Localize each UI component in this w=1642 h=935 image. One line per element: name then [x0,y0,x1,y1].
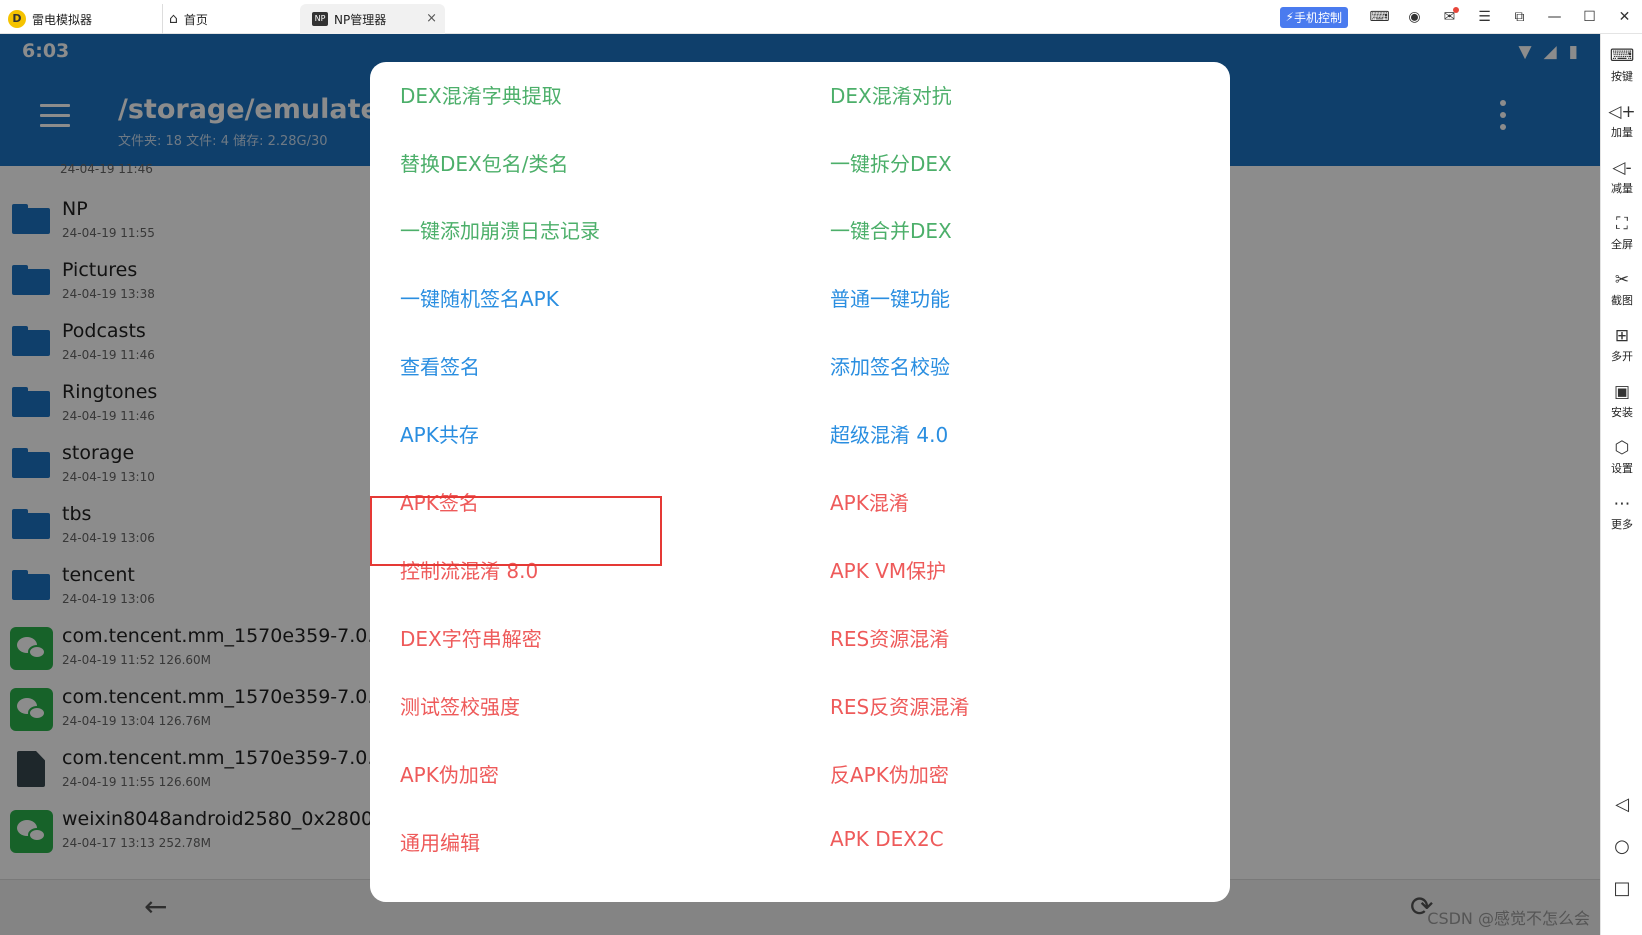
tab-np-manager[interactable]: NP NP管理器 × [300,4,445,34]
scissors-icon: ✂ [1614,270,1630,290]
option-test-signature-strength[interactable]: 测试签校强度 [400,691,520,720]
notification-dot [1453,7,1459,13]
install-apk-button[interactable]: ▣ 安装 [1601,382,1642,420]
option-apk-coexist[interactable]: APK共存 [400,419,479,448]
toolbar-label: 加量 [1611,126,1633,139]
volume-down-icon: ◁- [1612,158,1632,178]
android-back-icon[interactable]: ◁ [1601,794,1642,815]
toolbar-label: 全屏 [1611,238,1633,251]
option-apk-vm-protect[interactable]: APK VM保护 [830,555,946,584]
volume-down-button[interactable]: ◁- 减量 [1601,158,1642,196]
function-menu-dialog: DEX混淆字典提取 DEX混淆对抗 替换DEX包名/类名 一键拆分DEX 一键添… [370,62,1230,902]
gamepad-icon[interactable]: ⌨ [1362,9,1397,25]
option-random-sign-apk[interactable]: 一键随机签名APK [400,283,559,312]
keyboard-icon: ⌨ [1609,46,1635,66]
tab-ldplayer[interactable]: D 雷电模拟器 [8,4,158,34]
phone-control-label: 手机控制 [1293,10,1342,25]
toolbar-label: 截图 [1611,294,1633,307]
option-add-crash-log[interactable]: 一键添加崩溃日志记录 [400,215,600,244]
more-button[interactable]: ⋯ 更多 [1601,494,1642,532]
emulator-side-toolbar: ⌨ 按键 ◁+ 加量 ◁- 减量 ⛶ 全屏 ✂ 截图 ⊞ 多开 ▣ 安装 ⬡ 设… [1600,34,1642,935]
volume-up-button[interactable]: ◁+ 加量 [1601,102,1642,140]
option-merge-dex[interactable]: 一键合并DEX [830,215,952,244]
tab-home[interactable]: ⌂ 首页 [162,4,297,34]
option-general-edit[interactable]: 通用编辑 [400,827,480,856]
option-apk-dex2c[interactable]: APK DEX2C [830,827,944,851]
hamburger-icon[interactable]: ☰ [1467,9,1502,25]
fullscreen-icon: ⛶ [1616,214,1628,234]
phone-control-button[interactable]: ⚡ 手机控制 [1279,6,1348,28]
close-icon[interactable]: ✕ [1607,9,1642,25]
watermark: CSDN @感觉不怎么会 [1427,909,1590,928]
volume-up-icon: ◁+ [1608,102,1636,122]
option-anti-pseudo-encrypt[interactable]: 反APK伪加密 [830,759,949,788]
tab-close-icon[interactable]: × [426,11,437,26]
option-normal-one-click[interactable]: 普通一键功能 [830,283,950,312]
minimize-icon[interactable]: — [1537,9,1572,25]
toolbar-label: 安装 [1611,406,1633,419]
user-icon[interactable]: ◉ [1397,9,1432,25]
option-replace-dex-package[interactable]: 替换DEX包名/类名 [400,148,568,177]
android-home-icon[interactable]: ○ [1601,836,1642,857]
toolbar-label: 减量 [1611,182,1633,195]
option-dex-string-decrypt[interactable]: DEX字符串解密 [400,623,542,652]
toolbar-label: 设置 [1611,462,1633,475]
tab-label: 雷电模拟器 [32,12,93,27]
option-dex-dictionary-extract[interactable]: DEX混淆字典提取 [400,80,562,109]
np-app-icon: NP [312,12,328,26]
ldplayer-logo-icon: D [8,10,26,28]
home-icon: ⌂ [169,11,178,27]
restore-icon[interactable]: ⧉ [1502,9,1537,25]
keymap-button[interactable]: ⌨ 按键 [1601,46,1642,84]
option-res-obfuscation[interactable]: RES资源混淆 [830,623,949,652]
tab-label: 首页 [183,12,208,27]
settings-icon: ⬡ [1614,438,1630,458]
maximize-icon[interactable]: ☐ [1572,9,1607,25]
fullscreen-button[interactable]: ⛶ 全屏 [1601,214,1642,252]
toolbar-label: 多开 [1611,350,1633,363]
mail-icon[interactable]: ✉ [1432,7,1467,25]
multi-instance-button[interactable]: ⊞ 多开 [1601,326,1642,364]
option-apk-pseudo-encrypt[interactable]: APK伪加密 [400,759,499,788]
highlight-annotation-box [370,496,662,566]
option-res-deobfuscation[interactable]: RES反资源混淆 [830,691,969,720]
lightning-icon: ⚡ [1285,10,1294,24]
option-super-obfuscation[interactable]: 超级混淆 4.0 [830,419,948,448]
option-apk-obfuscation[interactable]: APK混淆 [830,487,909,516]
multi-instance-icon: ⊞ [1614,326,1630,346]
option-split-dex[interactable]: 一键拆分DEX [830,148,952,177]
tab-label: NP管理器 [334,12,387,27]
apk-install-icon: ▣ [1613,382,1631,402]
option-view-signature[interactable]: 查看签名 [400,351,480,380]
window-titlebar: D 雷电模拟器 ⌂ 首页 NP NP管理器 × ⚡ 手机控制 ⌨ ◉ ✉ ☰ ⧉… [0,0,1642,34]
toolbar-label: 按键 [1611,70,1633,83]
screenshot-button[interactable]: ✂ 截图 [1601,270,1642,308]
emulator-screen: 6:03 ▼ ◢ ▮ /storage/emulated/ 文件夹: 18 文件… [0,34,1600,935]
option-dex-obfuscation-counter[interactable]: DEX混淆对抗 [830,80,952,109]
option-add-signature-check[interactable]: 添加签名校验 [830,351,950,380]
more-icon: ⋯ [1613,494,1631,514]
toolbar-label: 更多 [1611,518,1633,531]
android-recents-icon[interactable]: □ [1601,878,1642,899]
settings-button[interactable]: ⬡ 设置 [1601,438,1642,476]
